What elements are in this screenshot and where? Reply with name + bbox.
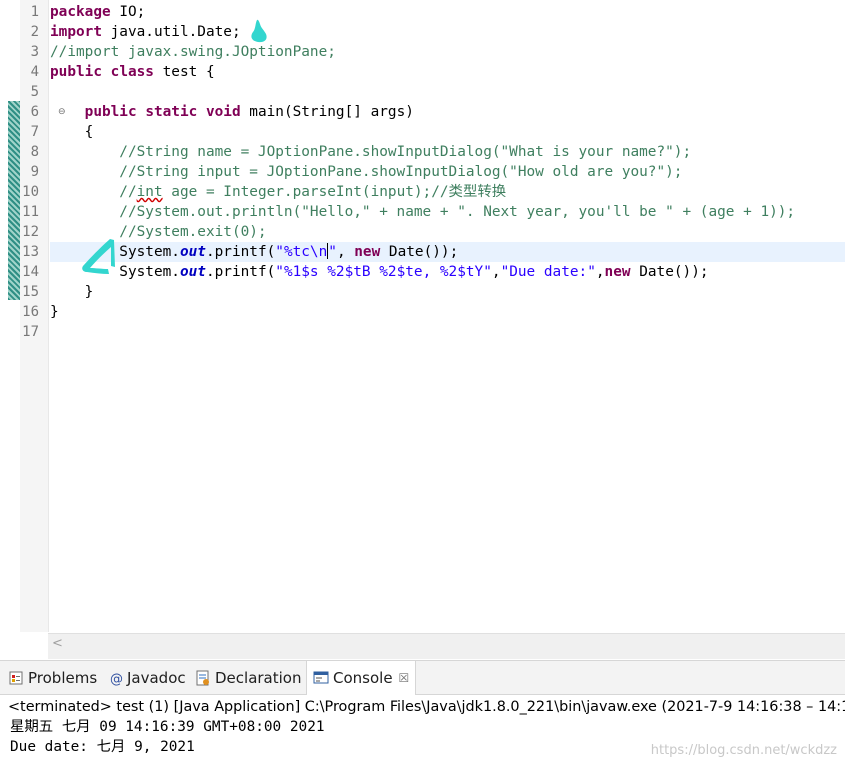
line-number: 1: [30, 4, 39, 20]
at-icon: @: [109, 670, 123, 687]
tab-label: Javadoc: [127, 668, 186, 687]
overview-margin: [0, 0, 7, 632]
code-line: package IO;: [50, 4, 146, 20]
scroll-left-icon[interactable]: <: [52, 636, 63, 651]
code-line: //int age = Integer.parseInt(input);//类型…: [50, 184, 507, 200]
line-number: 3: [30, 44, 39, 60]
line-number: 4: [30, 64, 39, 80]
annotation-marker-icon: [82, 239, 115, 274]
close-icon[interactable]: ☒: [399, 671, 410, 685]
line-number: 16: [22, 304, 39, 320]
current-code-line: System.out.printf("%tc\n", new Date());: [50, 242, 845, 262]
line-number: 15: [22, 284, 39, 300]
tab-label: Console: [333, 669, 393, 687]
line-number: 17: [22, 324, 39, 340]
code-line: import java.util.Date;: [50, 24, 241, 40]
line-number: 2: [30, 24, 39, 40]
line-number: 14: [22, 264, 39, 280]
horizontal-scrollbar[interactable]: <: [48, 633, 845, 659]
console-output-line: 星期五 七月 09 14:16:39 GMT+08:00 2021: [10, 719, 325, 735]
console-panel: Problems @ Javadoc Declaration Console ☒…: [0, 660, 845, 774]
code-line: //System.exit(0);: [50, 224, 267, 240]
watermark: https://blog.csdn.net/wckdzz: [650, 743, 837, 758]
console-status: <terminated> test (1) [Java Application]…: [8, 699, 845, 715]
line-number: 10: [22, 184, 39, 200]
tab-problems[interactable]: Problems: [8, 661, 97, 694]
code-line: public class test {: [50, 64, 215, 80]
code-line: //System.out.println("Hello," + name + "…: [50, 204, 796, 220]
line-number: 5: [30, 84, 39, 100]
code-line: //String name = JOptionPane.showInputDia…: [50, 144, 692, 160]
code-line: System.out.printf("%1$s %2$tB %2$te, %2$…: [50, 264, 709, 280]
line-number: 8: [30, 144, 39, 160]
code-line: {: [50, 124, 94, 140]
annotation-marker-icon: [251, 19, 267, 43]
tab-javadoc[interactable]: @ Javadoc: [109, 661, 186, 694]
code-line: }: [50, 284, 94, 300]
declaration-icon: [195, 670, 211, 686]
code-editor[interactable]: 1 2 3 4 5 6 7 8 9 10 11 12 13 14 15 16 1…: [0, 0, 845, 660]
line-number: 7: [30, 124, 39, 140]
tab-console[interactable]: Console ☒: [306, 661, 417, 695]
line-number-gutter: 1 2 3 4 5 6 7 8 9 10 11 12 13 14 15 16 1…: [20, 0, 66, 632]
problems-icon: [8, 670, 24, 686]
line-number: 6: [30, 104, 39, 120]
code-line: public static void main(String[] args): [84, 104, 414, 120]
line-number: 12: [22, 224, 39, 240]
line-number: 9: [30, 164, 39, 180]
tab-label: Problems: [28, 668, 98, 687]
line-number: 13: [22, 244, 39, 260]
line-number: 11: [22, 204, 39, 220]
console-icon: [313, 670, 329, 686]
code-line: //String input = JOptionPane.showInputDi…: [50, 164, 683, 180]
svg-text:@: @: [110, 672, 123, 686]
console-output-line: Due date: 七月 9, 2021: [10, 739, 195, 755]
code-line: //import javax.swing.JOptionPane;: [50, 44, 336, 60]
tab-label: Declaration: [215, 668, 302, 687]
tab-declaration[interactable]: Declaration: [195, 661, 301, 694]
code-line: }: [50, 304, 59, 320]
panel-tab-bar: Problems @ Javadoc Declaration Console ☒: [0, 661, 845, 695]
